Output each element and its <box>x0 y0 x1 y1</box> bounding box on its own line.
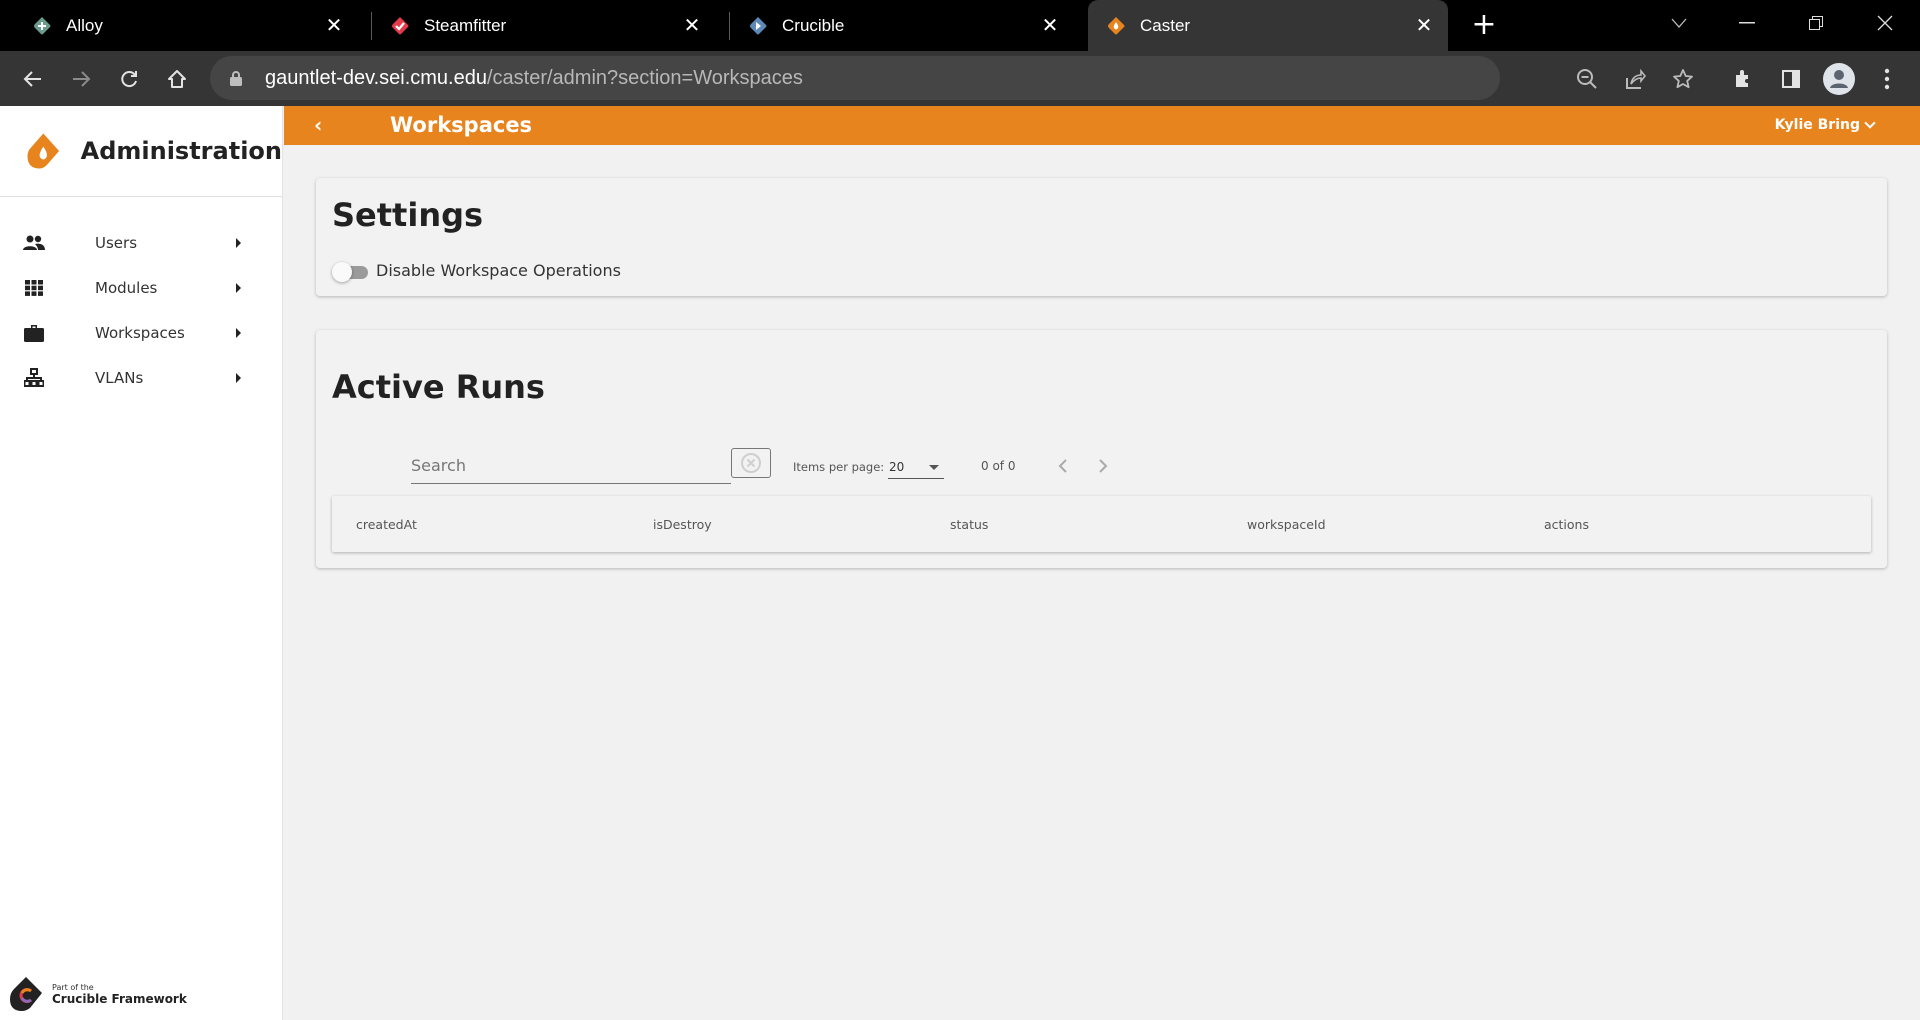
items-per-page-value: 20 <box>889 460 905 474</box>
column-header-createdat[interactable]: createdAt <box>356 517 417 532</box>
tab-caster[interactable]: Caster ✕ <box>1088 0 1448 51</box>
zoom-out-icon[interactable] <box>1574 66 1600 92</box>
extensions-icon[interactable] <box>1728 64 1758 94</box>
browser-tab-bar: Alloy ✕ Steamfitter ✕ Crucible ✕ Caster … <box>0 0 1920 51</box>
tab-title: Caster <box>1140 15 1191 35</box>
sidebar-item-label: Users <box>95 233 138 252</box>
forward-icon[interactable] <box>66 64 96 94</box>
sidebar: Administration Users Modules Workspaces … <box>0 106 283 1020</box>
close-window-icon[interactable] <box>1862 6 1908 40</box>
sidebar-item-label: Workspaces <box>95 323 185 342</box>
sidebar-item-label: VLANs <box>95 368 144 387</box>
tab-title: Alloy <box>66 15 103 35</box>
user-menu[interactable]: Kylie Bring <box>1774 117 1876 133</box>
sidebar-item-workspaces[interactable]: Workspaces <box>0 310 283 355</box>
tab-alloy[interactable]: Alloy ✕ <box>0 0 358 51</box>
network-icon <box>23 367 45 389</box>
tab-search-icon[interactable] <box>1656 6 1702 40</box>
home-icon[interactable] <box>162 64 192 94</box>
back-button[interactable]: ‹ <box>314 113 322 137</box>
tab-crucible[interactable]: Crucible ✕ <box>716 0 1074 51</box>
dropdown-arrow-icon <box>929 465 939 470</box>
toggle-thumb <box>332 262 352 282</box>
close-tab-icon[interactable]: ✕ <box>1412 14 1436 38</box>
chevron-right-icon <box>1099 459 1108 473</box>
search-input[interactable] <box>411 448 731 482</box>
url-path: /caster/admin?section=Workspaces <box>486 66 803 89</box>
url-text[interactable]: gauntlet-dev.sei.cmu.edu/caster/admin?se… <box>265 67 803 90</box>
close-tab-icon[interactable]: ✕ <box>680 14 704 38</box>
search-field <box>411 448 731 484</box>
tab-title: Crucible <box>782 15 845 35</box>
column-header-workspaceid[interactable]: workspaceId <box>1247 517 1326 532</box>
profile-avatar[interactable] <box>1822 62 1856 96</box>
sidebar-item-vlans[interactable]: VLANs <box>0 355 283 400</box>
tab-title: Steamfitter <box>424 15 507 35</box>
back-icon[interactable] <box>18 64 48 94</box>
crucible-framework-badge: Part of the Crucible Framework <box>8 976 187 1012</box>
new-tab-button[interactable]: + <box>1468 10 1500 42</box>
clear-search-button[interactable] <box>731 448 771 478</box>
close-tab-icon[interactable]: ✕ <box>1038 14 1062 38</box>
briefcase-icon <box>23 322 45 344</box>
restore-icon[interactable] <box>1793 6 1839 40</box>
sidebar-brand: Administration <box>0 106 282 197</box>
caret-right-icon <box>236 237 241 248</box>
page-title: Workspaces <box>390 113 533 137</box>
close-tab-icon[interactable]: ✕ <box>322 14 346 38</box>
settings-card: Settings Disable Workspace Operations <box>316 178 1887 296</box>
next-page-button[interactable] <box>1091 454 1115 478</box>
caret-right-icon <box>236 282 241 293</box>
address-bar[interactable]: gauntlet-dev.sei.cmu.edu/caster/admin?se… <box>210 56 1693 100</box>
caster-icon <box>1106 16 1126 36</box>
browser-menu-icon[interactable] <box>1872 64 1902 94</box>
users-icon <box>23 232 45 254</box>
column-header-status[interactable]: status <box>950 517 988 532</box>
chevron-down-icon <box>1864 117 1876 129</box>
active-runs-heading: Active Runs <box>332 368 545 406</box>
user-name: Kylie Bring <box>1774 117 1860 133</box>
items-per-page-select[interactable]: 20 <box>888 455 944 479</box>
tab-steamfitter[interactable]: Steamfitter ✕ <box>358 0 716 51</box>
crucible-icon <box>748 16 768 36</box>
reload-icon[interactable] <box>114 64 144 94</box>
clear-icon <box>741 453 761 473</box>
share-icon[interactable] <box>1622 66 1648 92</box>
active-runs-card: Active Runs Items per page: 20 0 of 0 cr… <box>316 330 1887 568</box>
previous-page-button[interactable] <box>1051 454 1075 478</box>
side-panel-icon[interactable] <box>1776 64 1806 94</box>
footer-big-text: Crucible Framework <box>52 991 187 1006</box>
url-host: gauntlet-dev.sei.cmu.edu <box>265 66 487 89</box>
sidebar-item-users[interactable]: Users <box>0 220 283 265</box>
disable-workspace-operations-toggle[interactable] <box>332 262 370 282</box>
steamfitter-icon <box>390 16 410 36</box>
page-header: ‹ Workspaces Kylie Bring <box>284 106 1920 145</box>
caret-right-icon <box>236 327 241 338</box>
sidebar-title: Administration <box>80 137 282 165</box>
caret-right-icon <box>236 372 241 383</box>
bookmark-star-icon[interactable] <box>1670 66 1696 92</box>
toggle-label: Disable Workspace Operations <box>376 261 621 280</box>
footer-small-text: Part of the <box>52 982 94 992</box>
sidebar-item-modules[interactable]: Modules <box>0 265 283 310</box>
column-header-actions[interactable]: actions <box>1544 517 1589 532</box>
settings-heading: Settings <box>332 196 484 234</box>
alloy-icon <box>32 16 52 36</box>
minimize-icon[interactable] <box>1724 6 1770 40</box>
column-header-isdestroy[interactable]: isDestroy <box>653 517 712 532</box>
browser-toolbar: gauntlet-dev.sei.cmu.edu/caster/admin?se… <box>0 51 1920 106</box>
sidebar-item-label: Modules <box>95 278 158 297</box>
chevron-left-icon <box>1058 459 1067 473</box>
paginator-range: 0 of 0 <box>981 459 1016 473</box>
caster-logo-icon <box>27 133 60 169</box>
runs-table-header: createdAt isDestroy status workspaceId a… <box>332 496 1871 552</box>
crucible-logo-icon <box>10 977 42 1011</box>
items-per-page-label: Items per page: <box>793 460 885 474</box>
grid-icon <box>23 277 45 299</box>
lock-icon[interactable] <box>229 70 245 87</box>
